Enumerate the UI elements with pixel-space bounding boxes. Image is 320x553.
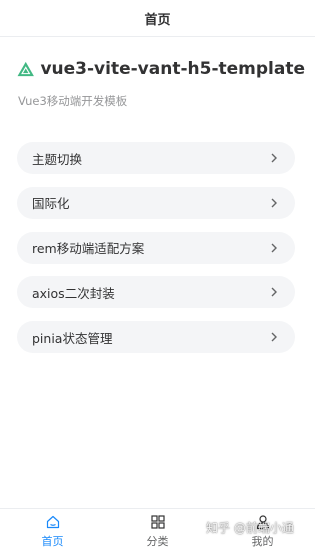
user-icon bbox=[256, 515, 269, 530]
menu-item-label: 国际化 bbox=[32, 196, 70, 212]
menu-item-label: 主题切换 bbox=[32, 151, 83, 167]
tab-label: 我的 bbox=[251, 535, 274, 548]
chevron-right-icon bbox=[271, 243, 277, 253]
tab-category[interactable]: 分类 bbox=[105, 509, 210, 553]
nav-bar: 首页 bbox=[0, 0, 315, 37]
app-logo-icon bbox=[17, 61, 34, 77]
menu-item-i18n[interactable]: 国际化 bbox=[17, 186, 295, 219]
menu-item-theme[interactable]: 主题切换 bbox=[17, 142, 295, 174]
chevron-right-icon bbox=[271, 287, 277, 297]
page-title: 首页 bbox=[144, 12, 171, 28]
menu-item-label: axios二次封装 bbox=[32, 285, 115, 301]
menu-item-label: pinia状态管理 bbox=[32, 330, 113, 346]
app-title: vue3-vite-vant-h5-template bbox=[40, 59, 305, 79]
app-header: vue3-vite-vant-h5-template bbox=[17, 54, 305, 84]
grid-icon bbox=[150, 515, 165, 529]
menu-item-label: rem移动端适配方案 bbox=[32, 241, 145, 257]
home-icon bbox=[46, 515, 59, 529]
chevron-right-icon bbox=[271, 153, 277, 163]
tab-home[interactable]: 首页 bbox=[0, 509, 105, 553]
chevron-right-icon bbox=[271, 198, 277, 208]
tab-label: 分类 bbox=[146, 535, 169, 548]
app-subtitle: Vue3移动端开发模板 bbox=[18, 94, 128, 108]
tab-label: 首页 bbox=[41, 535, 64, 548]
menu-item-axios[interactable]: axios二次封装 bbox=[17, 276, 295, 309]
tab-bar: 首页 分类 我的 bbox=[0, 508, 315, 553]
feature-menu: 主题切换 国际化 rem移动端适配方案 axios二次封装 pinia状态管理 bbox=[17, 142, 295, 366]
menu-item-pinia[interactable]: pinia状态管理 bbox=[17, 321, 295, 354]
chevron-right-icon bbox=[271, 332, 277, 342]
menu-item-rem[interactable]: rem移动端适配方案 bbox=[17, 231, 295, 264]
tab-mine[interactable]: 我的 bbox=[210, 509, 315, 553]
